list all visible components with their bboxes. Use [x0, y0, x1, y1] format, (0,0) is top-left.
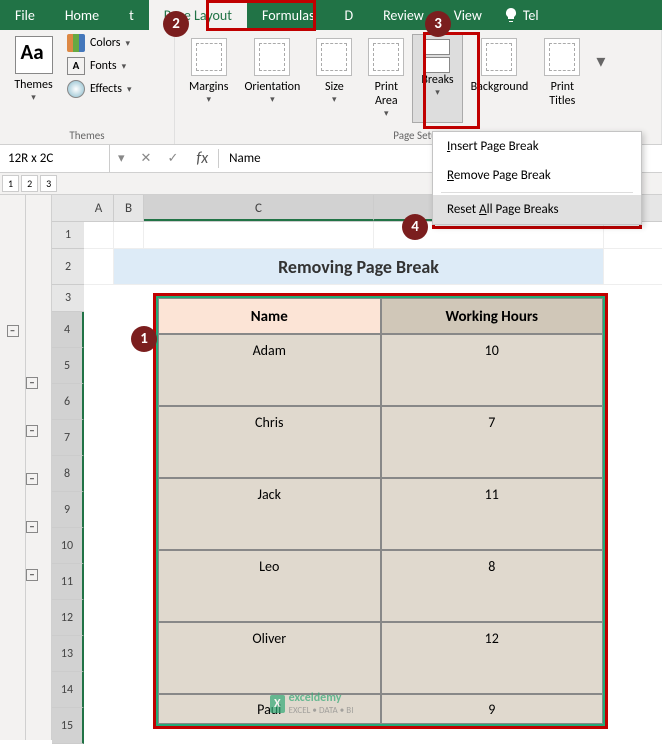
- outline-collapse-2[interactable]: –: [26, 377, 38, 389]
- print-titles-button[interactable]: Print Titles: [536, 34, 588, 123]
- row-header-2[interactable]: 2: [52, 249, 84, 285]
- tab-file[interactable]: File: [0, 0, 50, 30]
- callout-2: 2: [163, 11, 189, 37]
- th-name[interactable]: Name: [158, 298, 381, 334]
- tab-insert[interactable]: t: [114, 0, 149, 30]
- title-cell[interactable]: Removing Page Break: [114, 249, 604, 284]
- effects-button[interactable]: Effects ▾: [67, 80, 131, 98]
- td-hours-4[interactable]: 12: [381, 622, 604, 694]
- dd-reset-breaks[interactable]: Reset All Page Breaks: [433, 195, 641, 224]
- td-hours-1[interactable]: 7: [381, 406, 604, 478]
- outline-collapse-3[interactable]: –: [26, 425, 38, 437]
- col-header-c[interactable]: C: [144, 195, 374, 221]
- td-hours-5[interactable]: 9: [381, 694, 604, 724]
- outline-gutter-2: – – – – –: [26, 195, 52, 740]
- row-header-5[interactable]: 5: [52, 348, 84, 384]
- outline-3[interactable]: 3: [40, 175, 57, 192]
- callout-3: 3: [425, 11, 451, 37]
- breaks-dropdown: Insert Page Break Remove Page Break Rese…: [432, 131, 642, 225]
- name-box-dd[interactable]: ▾: [110, 151, 133, 166]
- colors-button[interactable]: Colors ▾: [67, 34, 131, 52]
- menu-tabs: File Home t Page Layout Formulas D Revie…: [0, 0, 662, 30]
- formula-content[interactable]: Name: [219, 151, 270, 166]
- more-b[interactable]: ▾: [588, 34, 613, 123]
- td-name-2[interactable]: Jack: [158, 478, 381, 550]
- outline-1[interactable]: 1: [2, 175, 19, 192]
- row-header-8[interactable]: 8: [52, 456, 84, 492]
- row-header-3[interactable]: 3: [52, 285, 84, 312]
- data-table-selection: Name Working Hours Adam10 Chris7 Jack11 …: [153, 293, 608, 729]
- td-name-4[interactable]: Oliver: [158, 622, 381, 694]
- size-button[interactable]: Size▾: [308, 34, 360, 123]
- page-setup-group: Margins▾ Orientation▾ Size▾ Print Area▾ …: [175, 30, 662, 144]
- outline-collapse-4[interactable]: –: [26, 473, 38, 485]
- row-header-13[interactable]: 13: [52, 636, 84, 672]
- themes-group-label: Themes: [6, 129, 168, 142]
- print-area-button[interactable]: Print Area▾: [360, 34, 412, 123]
- fonts-button[interactable]: AFonts ▾: [67, 57, 131, 75]
- row-header-12[interactable]: 12: [52, 600, 84, 636]
- tab-home[interactable]: Home: [50, 0, 114, 30]
- margins-button[interactable]: Margins▾: [181, 34, 236, 123]
- outline-collapse-5[interactable]: –: [26, 521, 38, 533]
- th-hours[interactable]: Working Hours: [381, 298, 604, 334]
- tell-me-icon[interactable]: Tel: [503, 7, 539, 24]
- worksheet-grid[interactable]: – – – – – – 1 2 3 4 5 6 7 8 9 10 11 12 1…: [0, 195, 662, 740]
- orientation-button[interactable]: Orientation▾: [236, 34, 308, 123]
- row-header-15[interactable]: 15: [52, 708, 84, 744]
- fn-cancel[interactable]: ✕: [133, 151, 160, 166]
- row-header-14[interactable]: 14: [52, 672, 84, 708]
- row-headers: 1 2 3 4 5 6 7 8 9 10 11 12 13 14 15: [52, 195, 84, 740]
- fn-enter[interactable]: ✓: [159, 151, 186, 166]
- tab-data[interactable]: D: [329, 0, 368, 30]
- row-header-7[interactable]: 7: [52, 420, 84, 456]
- td-name-3[interactable]: Leo: [158, 550, 381, 622]
- outline-gutter-1: –: [0, 195, 26, 740]
- cell-area[interactable]: A B C D Removing Page Break Name Working…: [84, 195, 662, 740]
- dd-separator: [441, 192, 633, 193]
- td-hours-2[interactable]: 11: [381, 478, 604, 550]
- outline-collapse[interactable]: –: [7, 325, 19, 337]
- row-header-4[interactable]: 4: [52, 312, 84, 348]
- row-header-10[interactable]: 10: [52, 528, 84, 564]
- background-button[interactable]: Background: [463, 34, 537, 123]
- row-header-9[interactable]: 9: [52, 492, 84, 528]
- dd-remove-break[interactable]: Remove Page Break: [433, 161, 641, 190]
- col-header-a[interactable]: A: [84, 195, 114, 221]
- row-header-6[interactable]: 6: [52, 384, 84, 420]
- td-hours-3[interactable]: 8: [381, 550, 604, 622]
- fx-icon[interactable]: fx: [186, 149, 219, 168]
- td-name-0[interactable]: Adam: [158, 334, 381, 406]
- outline-2[interactable]: 2: [21, 175, 38, 192]
- td-hours-0[interactable]: 10: [381, 334, 604, 406]
- ribbon: Aa Themes ▾ Colors ▾ AFonts ▾ Effects ▾ …: [0, 30, 662, 145]
- outline-collapse-6[interactable]: –: [26, 569, 38, 581]
- row-header-1[interactable]: 1: [52, 222, 84, 249]
- themes-group: Aa Themes ▾ Colors ▾ AFonts ▾ Effects ▾ …: [0, 30, 175, 144]
- row-header-11[interactable]: 11: [52, 564, 84, 600]
- name-box[interactable]: 12R x 2C: [0, 145, 110, 172]
- callout-4: 4: [402, 214, 428, 240]
- col-header-b[interactable]: B: [114, 195, 144, 221]
- watermark: X exceldemy EXCEL • DATA • BI: [270, 691, 353, 716]
- dd-insert-break[interactable]: Insert Page Break: [433, 132, 641, 161]
- td-name-1[interactable]: Chris: [158, 406, 381, 478]
- tab-formulas[interactable]: Formulas: [247, 0, 329, 30]
- breaks-button[interactable]: Breaks▾: [412, 34, 462, 123]
- callout-1: 1: [131, 326, 157, 352]
- themes-button[interactable]: Aa Themes ▾: [6, 34, 61, 103]
